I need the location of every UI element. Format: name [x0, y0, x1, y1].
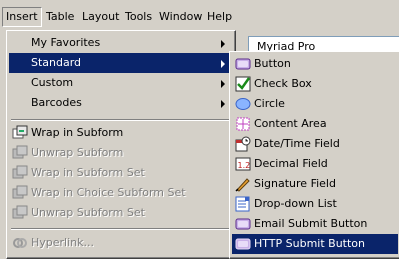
menu-item-wrap-in-choice-subform-set: Wrap in Choice Subform Set [9, 183, 233, 203]
menu-item-circle[interactable]: Circle [232, 94, 398, 114]
menu-item-label: Wrap in Subform [31, 126, 124, 139]
submenu-arrow-icon [221, 40, 225, 48]
datetime-field-icon [235, 136, 251, 152]
menu-item-unwrap-subform-set: Unwrap Subform Set [9, 203, 233, 223]
signature-field-icon [235, 178, 250, 192]
unwrap-subform-icon [12, 145, 28, 159]
menu-table-label: Table [46, 10, 75, 23]
menu-item-signature-field[interactable]: Signature Field [232, 174, 398, 194]
menu-item-label: Email Submit Button [254, 217, 368, 230]
standard-submenu: Button Check Box Circle Content Area Dat… [229, 51, 399, 259]
menu-layout-label: Layout [82, 10, 120, 23]
menu-item-label: Barcodes [31, 96, 82, 109]
menu-item-label: Wrap in Choice Subform Set [31, 186, 186, 199]
menu-item-standard[interactable]: Standard [9, 53, 233, 73]
menu-item-button[interactable]: Button [232, 54, 398, 74]
menu-item-check-box[interactable]: Check Box [232, 74, 398, 94]
menu-item-drop-down-list[interactable]: Drop-down List [232, 194, 398, 214]
menu-item-content-area[interactable]: Content Area [232, 114, 398, 134]
wrap-subform-icon [12, 125, 28, 139]
menu-window[interactable]: Window [156, 8, 205, 26]
wrap-subform-set-icon [12, 165, 28, 179]
menu-item-unwrap-subform: Unwrap Subform [9, 143, 233, 163]
menu-item-barcodes[interactable]: Barcodes [9, 93, 233, 113]
unwrap-subform-set-icon [12, 205, 28, 219]
submenu-arrow-icon [221, 100, 225, 108]
menu-item-custom[interactable]: Custom [9, 73, 233, 93]
menu-item-label: Hyperlink... [31, 236, 94, 249]
menu-window-label: Window [159, 10, 203, 23]
menu-item-hyperlink: Hyperlink... [9, 233, 233, 253]
insert-menu: My Favorites Standard Custom Barcodes Wr… [6, 30, 236, 259]
menu-bar: Insert Table Layout Tools Window Help [0, 0, 399, 32]
menu-separator [11, 119, 231, 121]
hyperlink-icon [13, 238, 27, 248]
menu-layout[interactable]: Layout [79, 8, 122, 26]
wrap-choice-subform-set-icon [12, 185, 28, 199]
menu-item-label: Wrap in Subform Set [31, 166, 145, 179]
menu-item-label: Date/Time Field [254, 137, 340, 150]
menu-item-date-time-field[interactable]: Date/Time Field [232, 134, 398, 154]
menu-item-label: Circle [254, 97, 285, 110]
menu-tools-label: Tools [125, 10, 153, 23]
menu-item-label: Signature Field [254, 177, 336, 190]
menu-item-label: Drop-down List [254, 197, 337, 210]
dropdown-list-icon [235, 196, 250, 212]
svg-text:1.2: 1.2 [238, 161, 251, 170]
menu-item-label: Unwrap Subform [31, 146, 124, 159]
menu-item-label: Decimal Field [254, 157, 328, 170]
menu-item-decimal-field[interactable]: 1.2 Decimal Field [232, 154, 398, 174]
decimal-field-icon: 1.2 [235, 157, 251, 171]
menu-item-label: Unwrap Subform Set [31, 206, 145, 219]
menu-insert-label: Insert [6, 10, 38, 23]
submenu-arrow-icon [221, 80, 225, 88]
menu-help-label: Help [207, 10, 233, 23]
menu-tools[interactable]: Tools [122, 8, 155, 26]
email-submit-button-icon [235, 218, 251, 230]
menu-separator [11, 228, 231, 230]
menu-item-label: Button [254, 57, 291, 70]
circle-icon [235, 98, 251, 110]
menu-item-label: Standard [31, 56, 82, 69]
content-area-icon [236, 117, 250, 131]
submenu-arrow-icon [221, 60, 225, 68]
menu-table[interactable]: Table [43, 8, 77, 26]
menu-item-my-favorites[interactable]: My Favorites [9, 33, 233, 53]
http-submit-button-icon [235, 238, 251, 250]
menu-item-label: Check Box [254, 77, 312, 90]
menu-item-label: My Favorites [31, 36, 101, 49]
menu-item-wrap-in-subform[interactable]: Wrap in Subform [9, 123, 233, 143]
menu-help[interactable]: Help [204, 8, 235, 26]
menu-item-http-submit-button[interactable]: HTTP Submit Button [232, 234, 398, 254]
menu-item-label: HTTP Submit Button [254, 237, 366, 250]
menu-item-label: Custom [31, 76, 74, 89]
menu-item-email-submit-button[interactable]: Email Submit Button [232, 214, 398, 234]
menu-insert[interactable]: Insert [2, 7, 42, 27]
menu-item-label: Content Area [254, 117, 327, 130]
checkbox-icon [235, 76, 251, 92]
menu-item-wrap-in-subform-set: Wrap in Subform Set [9, 163, 233, 183]
button-icon [235, 58, 251, 70]
